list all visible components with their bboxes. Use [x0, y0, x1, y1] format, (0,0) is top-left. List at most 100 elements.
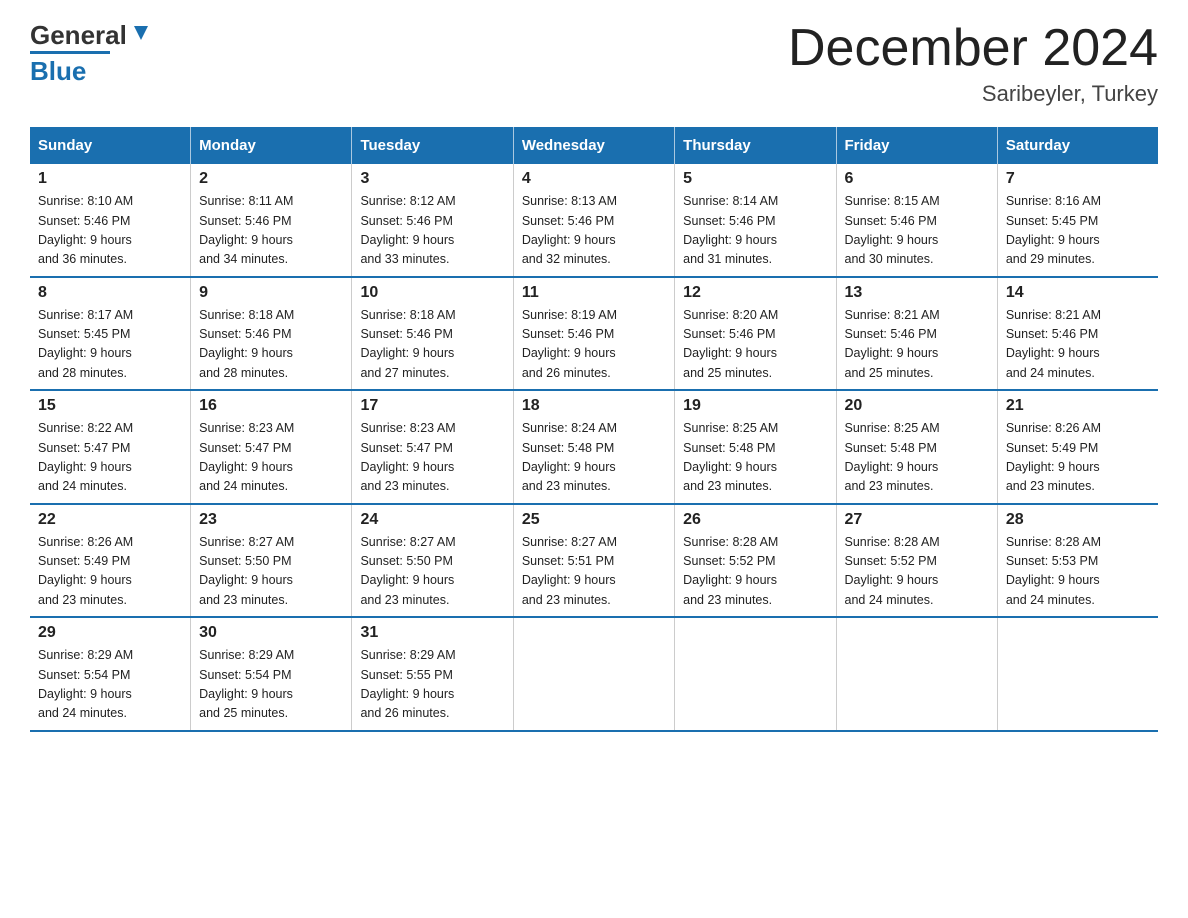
calendar-cell: 3 Sunrise: 8:12 AM Sunset: 5:46 PM Dayli… [352, 164, 513, 277]
day-info: Sunrise: 8:25 AM Sunset: 5:48 PM Dayligh… [683, 419, 827, 497]
calendar-cell: 26 Sunrise: 8:28 AM Sunset: 5:52 PM Dayl… [675, 504, 836, 618]
header-monday: Monday [191, 127, 352, 164]
day-number: 15 [38, 397, 182, 415]
day-number: 6 [845, 170, 989, 188]
day-info: Sunrise: 8:25 AM Sunset: 5:48 PM Dayligh… [845, 419, 989, 497]
header-wednesday: Wednesday [513, 127, 674, 164]
calendar-cell: 16 Sunrise: 8:23 AM Sunset: 5:47 PM Dayl… [191, 390, 352, 504]
day-info: Sunrise: 8:17 AM Sunset: 5:45 PM Dayligh… [38, 306, 182, 384]
calendar-cell: 31 Sunrise: 8:29 AM Sunset: 5:55 PM Dayl… [352, 617, 513, 731]
day-info: Sunrise: 8:18 AM Sunset: 5:46 PM Dayligh… [360, 306, 504, 384]
calendar-cell: 22 Sunrise: 8:26 AM Sunset: 5:49 PM Dayl… [30, 504, 191, 618]
day-info: Sunrise: 8:29 AM Sunset: 5:54 PM Dayligh… [38, 646, 182, 724]
calendar-cell: 1 Sunrise: 8:10 AM Sunset: 5:46 PM Dayli… [30, 164, 191, 277]
day-number: 14 [1006, 284, 1150, 302]
day-info: Sunrise: 8:11 AM Sunset: 5:46 PM Dayligh… [199, 192, 343, 270]
day-number: 3 [360, 170, 504, 188]
day-number: 5 [683, 170, 827, 188]
header-thursday: Thursday [675, 127, 836, 164]
calendar-table: SundayMondayTuesdayWednesdayThursdayFrid… [30, 127, 1158, 732]
day-number: 30 [199, 624, 343, 642]
day-number: 29 [38, 624, 182, 642]
day-number: 13 [845, 284, 989, 302]
day-info: Sunrise: 8:15 AM Sunset: 5:46 PM Dayligh… [845, 192, 989, 270]
header-sunday: Sunday [30, 127, 191, 164]
day-info: Sunrise: 8:27 AM Sunset: 5:50 PM Dayligh… [199, 533, 343, 611]
day-info: Sunrise: 8:28 AM Sunset: 5:52 PM Dayligh… [683, 533, 827, 611]
day-info: Sunrise: 8:22 AM Sunset: 5:47 PM Dayligh… [38, 419, 182, 497]
logo: General Blue [30, 20, 152, 87]
page-header: General Blue December 2024 Saribeyler, T… [30, 20, 1158, 107]
calendar-cell: 8 Sunrise: 8:17 AM Sunset: 5:45 PM Dayli… [30, 277, 191, 391]
day-number: 22 [38, 511, 182, 529]
day-number: 19 [683, 397, 827, 415]
day-number: 12 [683, 284, 827, 302]
calendar-cell: 21 Sunrise: 8:26 AM Sunset: 5:49 PM Dayl… [997, 390, 1158, 504]
day-info: Sunrise: 8:27 AM Sunset: 5:51 PM Dayligh… [522, 533, 666, 611]
header-friday: Friday [836, 127, 997, 164]
day-info: Sunrise: 8:29 AM Sunset: 5:55 PM Dayligh… [360, 646, 504, 724]
calendar-cell: 19 Sunrise: 8:25 AM Sunset: 5:48 PM Dayl… [675, 390, 836, 504]
day-info: Sunrise: 8:26 AM Sunset: 5:49 PM Dayligh… [1006, 419, 1150, 497]
day-number: 16 [199, 397, 343, 415]
day-info: Sunrise: 8:26 AM Sunset: 5:49 PM Dayligh… [38, 533, 182, 611]
calendar-cell: 4 Sunrise: 8:13 AM Sunset: 5:46 PM Dayli… [513, 164, 674, 277]
calendar-cell: 12 Sunrise: 8:20 AM Sunset: 5:46 PM Dayl… [675, 277, 836, 391]
week-row-4: 22 Sunrise: 8:26 AM Sunset: 5:49 PM Dayl… [30, 504, 1158, 618]
calendar-cell: 13 Sunrise: 8:21 AM Sunset: 5:46 PM Dayl… [836, 277, 997, 391]
calendar-cell [997, 617, 1158, 731]
calendar-cell: 15 Sunrise: 8:22 AM Sunset: 5:47 PM Dayl… [30, 390, 191, 504]
day-number: 10 [360, 284, 504, 302]
header-tuesday: Tuesday [352, 127, 513, 164]
day-info: Sunrise: 8:19 AM Sunset: 5:46 PM Dayligh… [522, 306, 666, 384]
day-info: Sunrise: 8:28 AM Sunset: 5:52 PM Dayligh… [845, 533, 989, 611]
day-info: Sunrise: 8:21 AM Sunset: 5:46 PM Dayligh… [845, 306, 989, 384]
calendar-cell: 24 Sunrise: 8:27 AM Sunset: 5:50 PM Dayl… [352, 504, 513, 618]
week-row-1: 1 Sunrise: 8:10 AM Sunset: 5:46 PM Dayli… [30, 164, 1158, 277]
day-number: 17 [360, 397, 504, 415]
day-number: 18 [522, 397, 666, 415]
day-number: 31 [360, 624, 504, 642]
week-row-2: 8 Sunrise: 8:17 AM Sunset: 5:45 PM Dayli… [30, 277, 1158, 391]
day-info: Sunrise: 8:16 AM Sunset: 5:45 PM Dayligh… [1006, 192, 1150, 270]
day-number: 27 [845, 511, 989, 529]
day-info: Sunrise: 8:23 AM Sunset: 5:47 PM Dayligh… [199, 419, 343, 497]
logo-arrow-icon [130, 22, 152, 44]
day-number: 25 [522, 511, 666, 529]
calendar-cell: 11 Sunrise: 8:19 AM Sunset: 5:46 PM Dayl… [513, 277, 674, 391]
day-info: Sunrise: 8:29 AM Sunset: 5:54 PM Dayligh… [199, 646, 343, 724]
week-row-5: 29 Sunrise: 8:29 AM Sunset: 5:54 PM Dayl… [30, 617, 1158, 731]
calendar-cell: 30 Sunrise: 8:29 AM Sunset: 5:54 PM Dayl… [191, 617, 352, 731]
calendar-cell: 2 Sunrise: 8:11 AM Sunset: 5:46 PM Dayli… [191, 164, 352, 277]
day-info: Sunrise: 8:23 AM Sunset: 5:47 PM Dayligh… [360, 419, 504, 497]
day-number: 1 [38, 170, 182, 188]
day-number: 4 [522, 170, 666, 188]
logo-blue-text: Blue [30, 51, 110, 87]
day-info: Sunrise: 8:14 AM Sunset: 5:46 PM Dayligh… [683, 192, 827, 270]
calendar-cell: 14 Sunrise: 8:21 AM Sunset: 5:46 PM Dayl… [997, 277, 1158, 391]
header-saturday: Saturday [997, 127, 1158, 164]
day-number: 21 [1006, 397, 1150, 415]
day-number: 28 [1006, 511, 1150, 529]
day-number: 11 [522, 284, 666, 302]
calendar-title-block: December 2024 Saribeyler, Turkey [788, 20, 1158, 107]
day-number: 23 [199, 511, 343, 529]
calendar-cell: 27 Sunrise: 8:28 AM Sunset: 5:52 PM Dayl… [836, 504, 997, 618]
day-number: 2 [199, 170, 343, 188]
day-info: Sunrise: 8:27 AM Sunset: 5:50 PM Dayligh… [360, 533, 504, 611]
calendar-title: December 2024 [788, 20, 1158, 77]
day-number: 9 [199, 284, 343, 302]
week-row-3: 15 Sunrise: 8:22 AM Sunset: 5:47 PM Dayl… [30, 390, 1158, 504]
calendar-header-row: SundayMondayTuesdayWednesdayThursdayFrid… [30, 127, 1158, 164]
calendar-cell: 17 Sunrise: 8:23 AM Sunset: 5:47 PM Dayl… [352, 390, 513, 504]
day-number: 8 [38, 284, 182, 302]
day-number: 7 [1006, 170, 1150, 188]
calendar-cell: 9 Sunrise: 8:18 AM Sunset: 5:46 PM Dayli… [191, 277, 352, 391]
day-info: Sunrise: 8:18 AM Sunset: 5:46 PM Dayligh… [199, 306, 343, 384]
calendar-cell: 18 Sunrise: 8:24 AM Sunset: 5:48 PM Dayl… [513, 390, 674, 504]
calendar-cell: 29 Sunrise: 8:29 AM Sunset: 5:54 PM Dayl… [30, 617, 191, 731]
day-number: 24 [360, 511, 504, 529]
calendar-cell: 6 Sunrise: 8:15 AM Sunset: 5:46 PM Dayli… [836, 164, 997, 277]
calendar-cell: 28 Sunrise: 8:28 AM Sunset: 5:53 PM Dayl… [997, 504, 1158, 618]
calendar-subtitle: Saribeyler, Turkey [788, 81, 1158, 107]
